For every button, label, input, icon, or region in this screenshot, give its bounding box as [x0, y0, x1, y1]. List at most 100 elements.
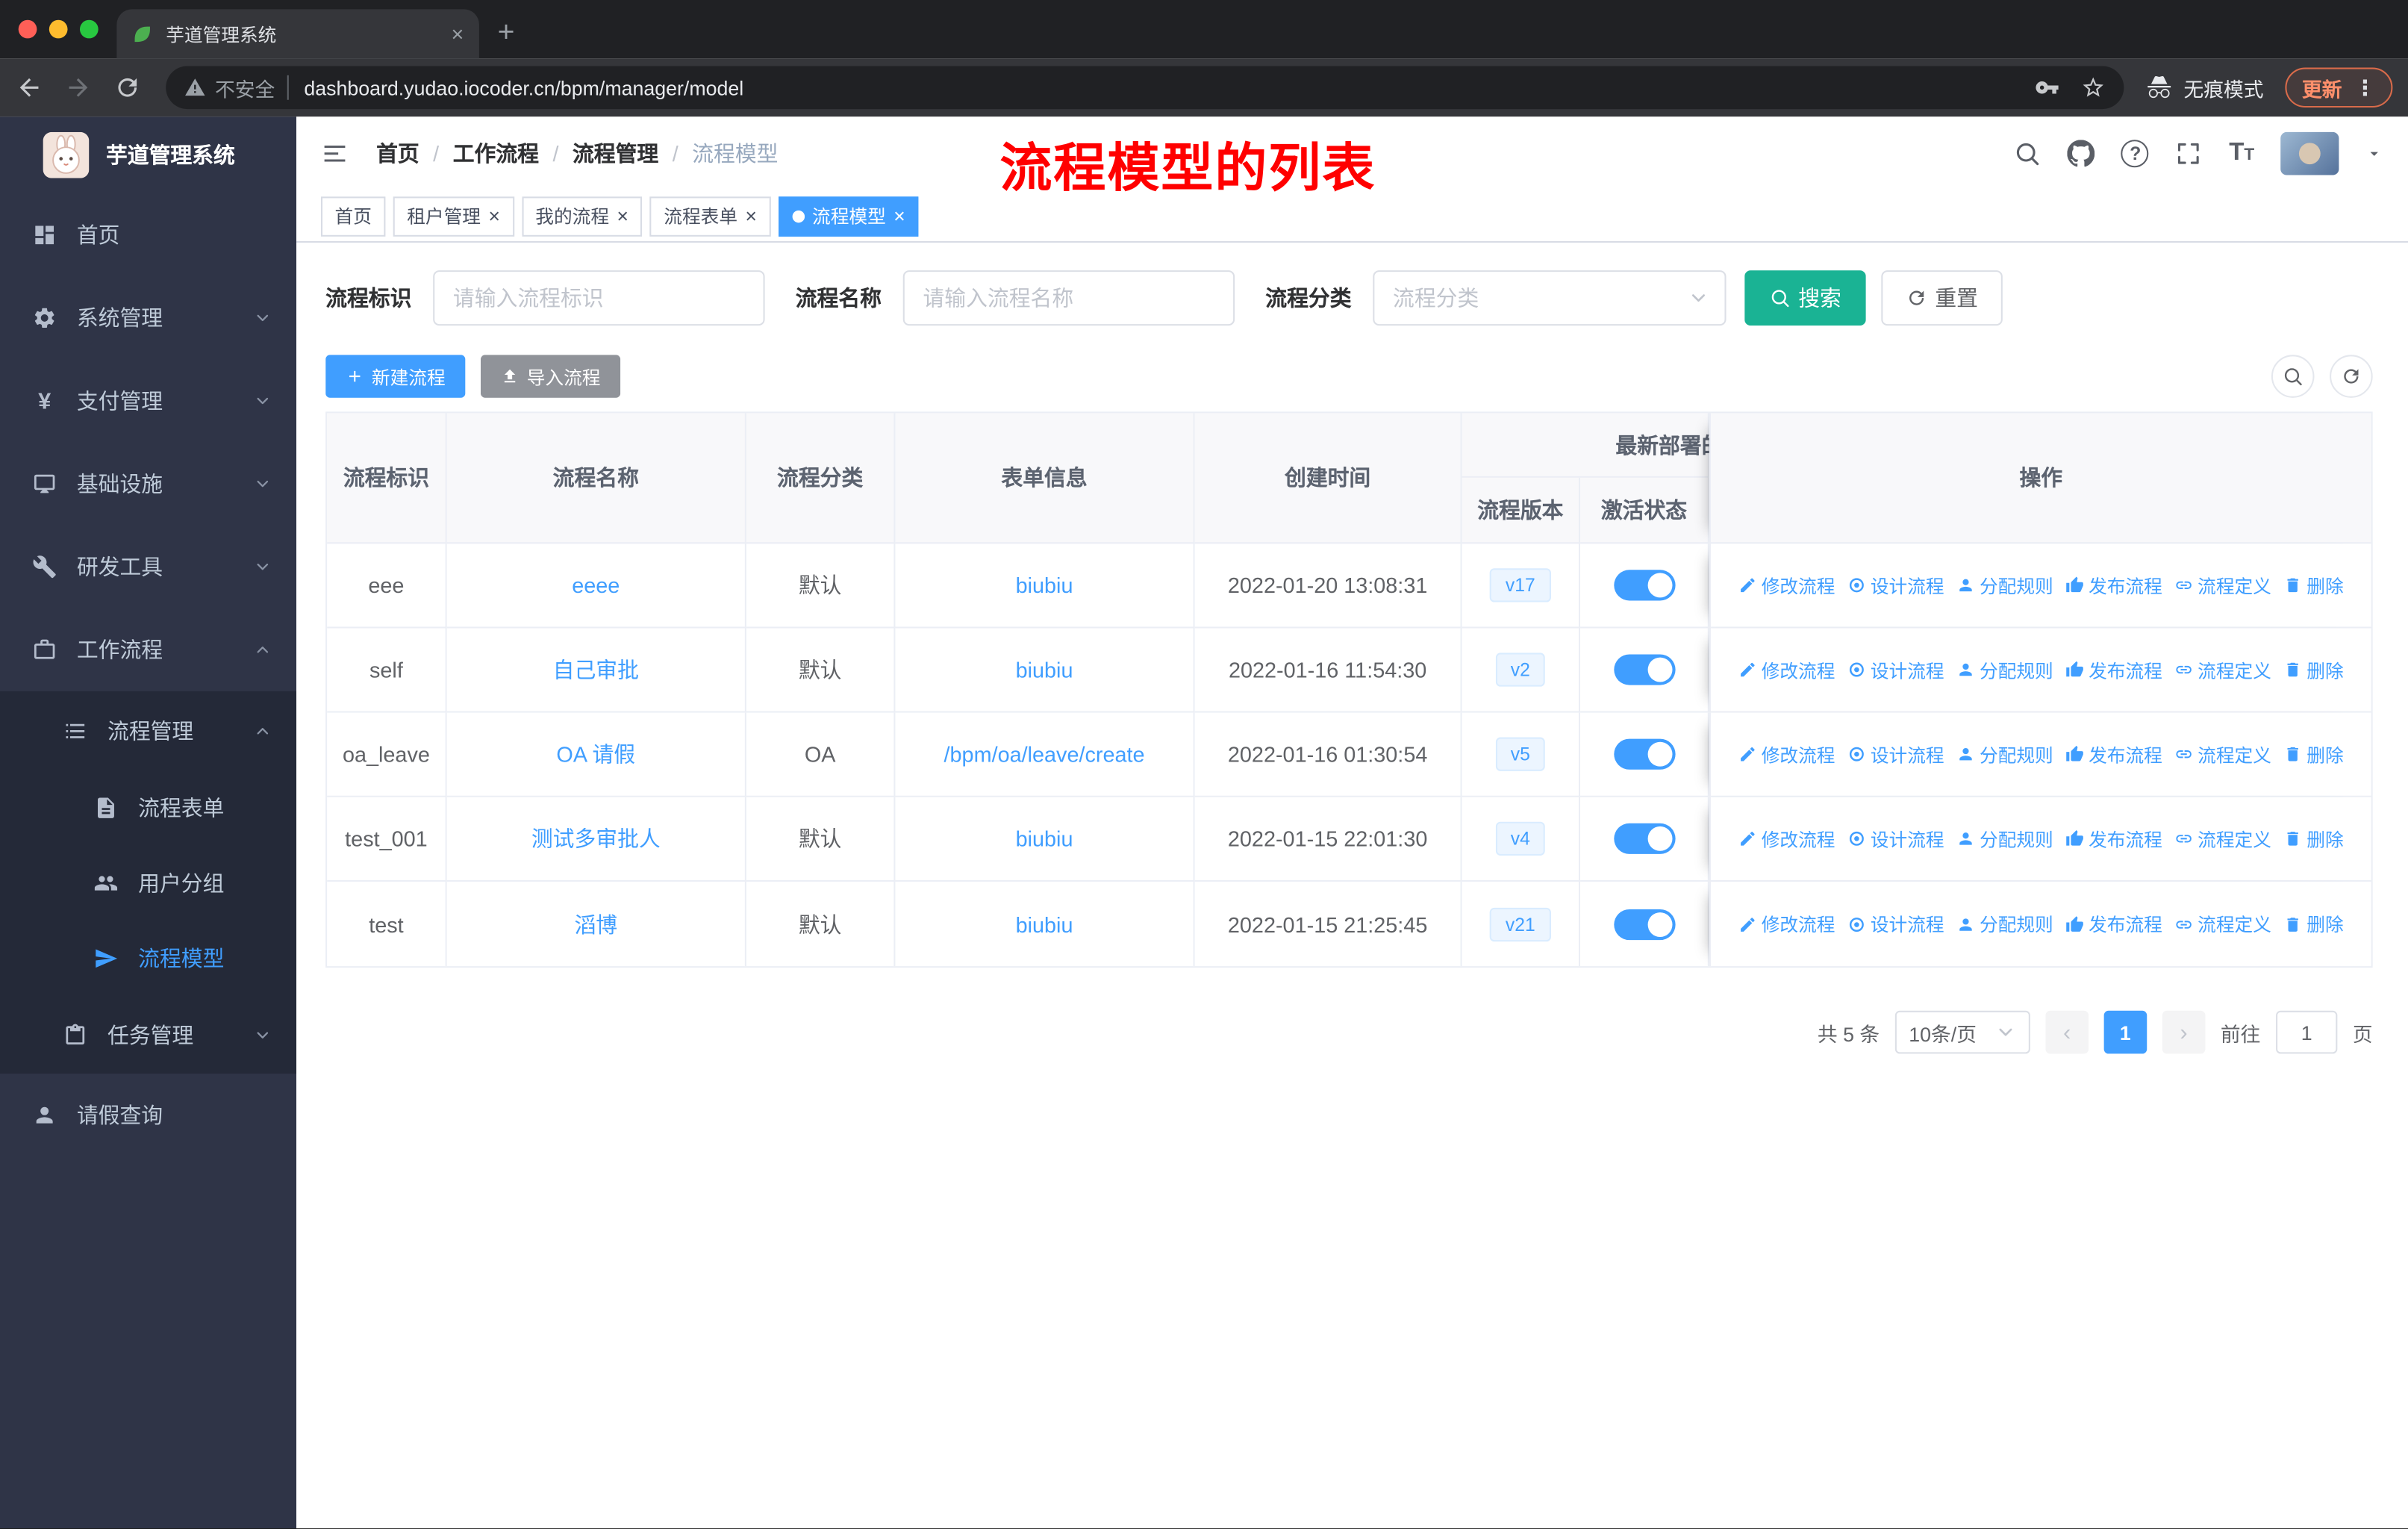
process-key-input[interactable] [433, 270, 765, 326]
reload-icon[interactable] [113, 74, 141, 102]
browser-menu-icon[interactable]: ⋮ [2354, 75, 2376, 101]
create-process-button[interactable]: 新建流程 [325, 355, 466, 398]
action-definition-link[interactable]: 流程定义 [2174, 657, 2271, 683]
page-size-select[interactable]: 10条/页 [1894, 1010, 2030, 1054]
back-icon[interactable] [16, 74, 43, 102]
action-publish-link[interactable]: 发布流程 [2065, 911, 2162, 937]
page-jump-input[interactable] [2276, 1010, 2338, 1054]
action-assign-rule-link[interactable]: 分配规则 [1956, 572, 2053, 598]
active-toggle[interactable] [1613, 908, 1675, 940]
action-definition-link[interactable]: 流程定义 [2174, 741, 2271, 767]
action-delete-link[interactable]: 删除 [2283, 911, 2344, 937]
action-delete-link[interactable]: 删除 [2283, 741, 2344, 767]
action-modify-link[interactable]: 修改流程 [1738, 826, 1835, 852]
password-key-icon[interactable] [2035, 75, 2059, 100]
form-info-link[interactable]: biubiu [1016, 573, 1073, 597]
github-icon[interactable] [2068, 140, 2095, 167]
process-name-link[interactable]: 滔博 [574, 909, 617, 939]
form-info-link[interactable]: biubiu [1016, 912, 1073, 936]
sidebar-item-process-model[interactable]: 流程模型 [0, 920, 296, 995]
reset-button[interactable]: 重置 [1881, 270, 2003, 326]
action-delete-link[interactable]: 删除 [2283, 657, 2344, 683]
action-publish-link[interactable]: 发布流程 [2065, 741, 2162, 767]
tag-my-process[interactable]: 我的流程 × [521, 196, 643, 236]
active-toggle[interactable] [1613, 823, 1675, 854]
action-definition-link[interactable]: 流程定义 [2174, 911, 2271, 937]
sidebar-item-workflow[interactable]: 工作流程 [0, 608, 296, 691]
breadcrumb-workflow[interactable]: 工作流程 [453, 138, 539, 169]
tag-process-form[interactable]: 流程表单 × [649, 196, 771, 236]
next-page-button[interactable]: › [2162, 1010, 2206, 1054]
action-assign-rule-link[interactable]: 分配规则 [1956, 911, 2053, 937]
tag-close-icon[interactable]: × [893, 206, 905, 226]
sidebar-item-infrastructure[interactable]: 基础设施 [0, 443, 296, 526]
browser-update-button[interactable]: 更新 ⋮ [2285, 67, 2393, 108]
action-publish-link[interactable]: 发布流程 [2065, 657, 2162, 683]
action-design-link[interactable]: 设计流程 [1847, 741, 1944, 767]
tag-close-icon[interactable]: × [745, 206, 757, 226]
process-name-link[interactable]: 测试多审批人 [531, 823, 661, 854]
action-assign-rule-link[interactable]: 分配规则 [1956, 826, 2053, 852]
help-icon[interactable]: ? [2121, 140, 2150, 168]
search-icon[interactable] [2014, 140, 2042, 167]
action-assign-rule-link[interactable]: 分配规则 [1956, 741, 2053, 767]
tag-home[interactable]: 首页 [320, 196, 386, 236]
process-name-link[interactable]: 自己审批 [553, 654, 639, 685]
app-logo[interactable]: 芋道管理系统 [0, 116, 296, 193]
process-name-link[interactable]: OA 请假 [556, 739, 635, 770]
refresh-table-button[interactable] [2330, 355, 2373, 398]
window-minimize-button[interactable] [49, 19, 68, 39]
tag-close-icon[interactable]: × [617, 206, 628, 226]
address-bar[interactable]: 不安全 dashboard.yudao.iocoder.cn/bpm/manag… [166, 66, 2124, 110]
form-info-link[interactable]: biubiu [1016, 658, 1073, 682]
import-process-button[interactable]: 导入流程 [480, 355, 621, 398]
fullscreen-icon[interactable] [2175, 140, 2203, 167]
browser-tab[interactable]: 芋道管理系统 × [116, 9, 479, 59]
process-name-input[interactable] [902, 270, 1235, 326]
user-avatar[interactable] [2280, 131, 2339, 175]
url-text[interactable]: dashboard.yudao.iocoder.cn/bpm/manager/m… [304, 76, 743, 99]
sidebar-item-system-management[interactable]: 系统管理 [0, 276, 296, 359]
action-modify-link[interactable]: 修改流程 [1738, 657, 1835, 683]
sidebar-item-payment-management[interactable]: ¥ 支付管理 [0, 359, 296, 442]
action-definition-link[interactable]: 流程定义 [2174, 826, 2271, 852]
action-publish-link[interactable]: 发布流程 [2065, 572, 2162, 598]
sidebar-item-process-management[interactable]: 流程管理 [0, 691, 296, 770]
action-definition-link[interactable]: 流程定义 [2174, 572, 2271, 598]
action-assign-rule-link[interactable]: 分配规则 [1956, 657, 2053, 683]
page-1-button[interactable]: 1 [2103, 1010, 2147, 1054]
breadcrumb-home[interactable]: 首页 [376, 138, 419, 169]
bookmark-star-icon[interactable] [2081, 75, 2106, 100]
toggle-search-button[interactable] [2271, 355, 2315, 398]
tab-close-icon[interactable]: × [451, 23, 464, 45]
tag-tenant-management[interactable]: 租户管理 × [393, 196, 514, 236]
action-publish-link[interactable]: 发布流程 [2065, 826, 2162, 852]
action-delete-link[interactable]: 删除 [2283, 826, 2344, 852]
sidebar-item-user-group[interactable]: 用户分组 [0, 845, 296, 921]
action-modify-link[interactable]: 修改流程 [1738, 741, 1835, 767]
form-info-link[interactable]: /bpm/oa/leave/create [944, 742, 1145, 767]
breadcrumb-process-management[interactable]: 流程管理 [573, 138, 658, 169]
action-modify-link[interactable]: 修改流程 [1738, 911, 1835, 937]
window-zoom-button[interactable] [79, 19, 99, 39]
security-label[interactable]: 不安全 [215, 73, 275, 102]
forward-icon[interactable] [64, 74, 92, 102]
process-name-link[interactable]: eeee [572, 573, 620, 597]
category-select[interactable]: 流程分类 [1373, 270, 1727, 326]
active-toggle[interactable] [1613, 570, 1675, 601]
active-toggle[interactable] [1613, 738, 1675, 770]
font-size-icon[interactable]: TT [2229, 140, 2254, 167]
sidebar-collapse-icon[interactable] [321, 140, 349, 167]
tag-close-icon[interactable]: × [488, 206, 500, 226]
active-toggle[interactable] [1613, 654, 1675, 685]
window-close-button[interactable] [18, 19, 37, 39]
action-design-link[interactable]: 设计流程 [1847, 572, 1944, 598]
action-modify-link[interactable]: 修改流程 [1738, 572, 1835, 598]
avatar-caret-icon[interactable] [2365, 144, 2383, 163]
tag-process-model[interactable]: 流程模型 × [778, 196, 920, 236]
prev-page-button[interactable]: ‹ [2045, 1010, 2089, 1054]
sidebar-item-leave-query[interactable]: 请假查询 [0, 1074, 296, 1156]
action-delete-link[interactable]: 删除 [2283, 572, 2344, 598]
action-design-link[interactable]: 设计流程 [1847, 657, 1944, 683]
search-button[interactable]: 搜索 [1744, 270, 1866, 326]
